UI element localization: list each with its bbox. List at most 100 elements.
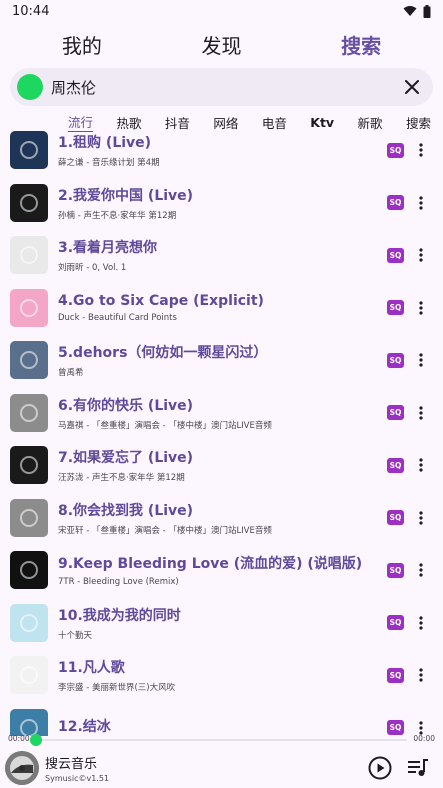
quality-badge: SQ bbox=[387, 720, 404, 736]
song-subtitle: 宋亚轩 - 「叁重楼」演唱会 - 「楼中楼」澳门站LIVE音频 bbox=[58, 525, 272, 536]
album-cover bbox=[10, 708, 48, 736]
clear-search-button[interactable] bbox=[399, 74, 425, 100]
song-subtitle: Duck - Beautiful Card Points bbox=[58, 312, 177, 323]
song-title: 5.dehors（何妨如一颗星闪过） bbox=[58, 345, 268, 362]
song-subtitle: 十个勤天 bbox=[58, 630, 93, 641]
more-options-button[interactable] bbox=[411, 137, 431, 163]
album-cover bbox=[10, 446, 48, 485]
song-subtitle: 马嘉祺 - 「叁重楼」演唱会 - 「楼中楼」澳门站LIVE音频 bbox=[58, 420, 272, 431]
more-vertical-icon bbox=[419, 353, 423, 367]
album-cover bbox=[10, 183, 48, 222]
song-list[interactable]: 1.租购 (Live) 薛之谦 - 音乐缘计划 第4期 SQ 2.我爱你中国 (… bbox=[0, 124, 443, 736]
cover-art-icon bbox=[20, 718, 38, 736]
search-input[interactable] bbox=[51, 78, 399, 96]
song-title: 8.你会找到我 (Live) bbox=[58, 502, 194, 519]
more-options-button[interactable] bbox=[411, 715, 431, 736]
more-options-button[interactable] bbox=[411, 400, 431, 426]
more-vertical-icon bbox=[419, 248, 423, 262]
album-cover bbox=[10, 656, 48, 695]
more-vertical-icon bbox=[419, 511, 423, 525]
song-row[interactable]: 11.凡人歌 李宗盛 - 美丽新世界(三)大风吹 SQ bbox=[0, 649, 443, 702]
more-options-button[interactable] bbox=[411, 295, 431, 321]
song-title: 10.我成为我的同时 bbox=[58, 607, 181, 624]
more-vertical-icon bbox=[419, 458, 423, 472]
quality-badge: SQ bbox=[387, 300, 404, 316]
song-row[interactable]: 2.我爱你中国 (Live) 孙楠 - 声生不息·家年华 第12期 SQ bbox=[0, 177, 443, 230]
wifi-icon bbox=[403, 6, 417, 16]
more-options-button[interactable] bbox=[411, 505, 431, 531]
more-options-button[interactable] bbox=[411, 610, 431, 636]
more-options-button[interactable] bbox=[411, 662, 431, 688]
song-title: 7.如果爱忘了 (Live) bbox=[58, 450, 194, 467]
search-avatar-dot[interactable] bbox=[17, 74, 43, 100]
cover-art-icon bbox=[20, 508, 38, 527]
quality-badge: SQ bbox=[387, 510, 404, 526]
song-subtitle: 李宗盛 - 美丽新世界(三)大风吹 bbox=[58, 683, 176, 694]
song-row[interactable]: 10.我成为我的同时 十个勤天 SQ bbox=[0, 597, 443, 650]
album-cover bbox=[10, 603, 48, 642]
cover-art-icon bbox=[20, 561, 38, 580]
search-bar bbox=[10, 68, 433, 106]
song-title: 9.Keep Bleeding Love (流血的爱) (说唱版) bbox=[58, 556, 363, 573]
song-row[interactable]: 3.看着月亮想你 刘雨昕 - 0, Vol. 1 SQ bbox=[0, 229, 443, 282]
album-cover bbox=[10, 288, 48, 327]
tab-mine[interactable]: 我的 bbox=[62, 30, 102, 59]
more-vertical-icon bbox=[419, 406, 423, 420]
progress-thumb[interactable] bbox=[30, 734, 42, 746]
song-subtitle: 7TR - Bleeding Love (Remix) bbox=[58, 577, 179, 588]
album-cover bbox=[10, 551, 48, 590]
progress-track[interactable] bbox=[36, 739, 407, 741]
album-cover bbox=[10, 498, 48, 537]
quality-badge: SQ bbox=[387, 405, 404, 421]
song-row[interactable]: 9.Keep Bleeding Love (流血的爱) (说唱版) 7TR - … bbox=[0, 544, 443, 597]
song-row[interactable]: 12.结冰 SQ bbox=[0, 702, 443, 736]
song-row[interactable]: 6.有你的快乐 (Live) 马嘉祺 - 「叁重楼」演唱会 - 「楼中楼」澳门站… bbox=[0, 387, 443, 440]
more-vertical-icon bbox=[419, 721, 423, 735]
more-options-button[interactable] bbox=[411, 242, 431, 268]
song-row[interactable]: 5.dehors（何妨如一颗星闪过） 曾禹希 SQ bbox=[0, 334, 443, 387]
cover-art-icon bbox=[20, 298, 38, 317]
more-options-button[interactable] bbox=[411, 452, 431, 478]
total-time: 00:00 bbox=[413, 734, 435, 743]
quality-badge: SQ bbox=[387, 562, 404, 578]
status-time: 10:44 bbox=[12, 3, 50, 19]
song-title: 6.有你的快乐 (Live) bbox=[58, 397, 194, 414]
more-vertical-icon bbox=[419, 196, 423, 210]
more-vertical-icon bbox=[419, 563, 423, 577]
mini-player: 搜云音乐 Symusic©v1.51 bbox=[0, 748, 443, 788]
tab-search[interactable]: 搜索 bbox=[341, 30, 381, 59]
tab-discover[interactable]: 发现 bbox=[201, 30, 241, 59]
player-cover[interactable] bbox=[5, 751, 39, 785]
more-options-button[interactable] bbox=[411, 347, 431, 373]
quality-badge: SQ bbox=[387, 615, 404, 631]
quality-badge: SQ bbox=[387, 247, 404, 263]
more-options-button[interactable] bbox=[411, 557, 431, 583]
cover-art-icon bbox=[20, 351, 38, 370]
close-icon bbox=[405, 80, 419, 94]
song-subtitle: 孙楠 - 声生不息·家年华 第12期 bbox=[58, 210, 177, 221]
vinyl-art-icon bbox=[5, 751, 39, 785]
more-vertical-icon bbox=[419, 668, 423, 682]
player-subtitle: Symusic©v1.51 bbox=[45, 774, 110, 783]
song-title: 1.租购 (Live) bbox=[58, 135, 152, 152]
cover-art-icon bbox=[20, 456, 38, 475]
status-bar: 10:44 bbox=[0, 0, 443, 22]
queue-music-icon bbox=[408, 759, 428, 776]
song-row[interactable]: 4.Go to Six Cape (Explicit) Duck - Beaut… bbox=[0, 282, 443, 335]
play-button[interactable] bbox=[365, 753, 395, 783]
playlist-queue-button[interactable] bbox=[403, 753, 433, 783]
cover-art-icon bbox=[20, 141, 38, 160]
battery-icon bbox=[423, 4, 431, 18]
more-options-button[interactable] bbox=[411, 190, 431, 216]
more-vertical-icon bbox=[419, 301, 423, 315]
song-row[interactable]: 1.租购 (Live) 薛之谦 - 音乐缘计划 第4期 SQ bbox=[0, 124, 443, 177]
song-subtitle: 刘雨昕 - 0, Vol. 1 bbox=[58, 263, 127, 274]
song-title: 3.看着月亮想你 bbox=[58, 240, 158, 257]
song-subtitle: 曾禹希 bbox=[58, 368, 84, 379]
song-row[interactable]: 8.你会找到我 (Live) 宋亚轩 - 「叁重楼」演唱会 - 「楼中楼」澳门站… bbox=[0, 492, 443, 545]
song-title: 2.我爱你中国 (Live) bbox=[58, 187, 194, 204]
song-title: 12.结冰 bbox=[58, 718, 111, 735]
song-row[interactable]: 7.如果爱忘了 (Live) 汪苏泷 - 声生不息·家年华 第12期 SQ bbox=[0, 439, 443, 492]
current-time: 00:00 bbox=[8, 734, 30, 743]
top-tabs: 我的 发现 搜索 bbox=[0, 22, 443, 66]
